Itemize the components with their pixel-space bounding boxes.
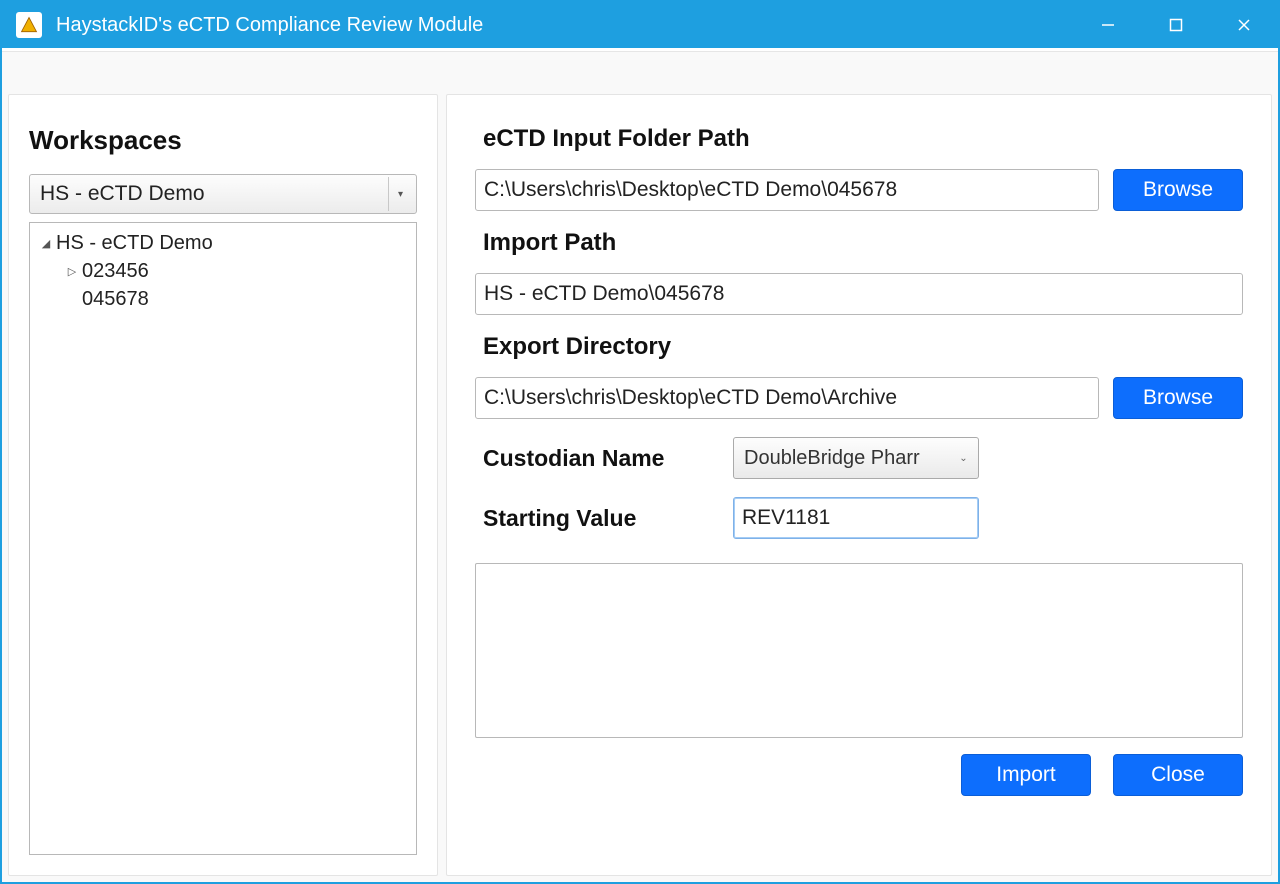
app-window: HaystackID's eCTD Compliance Review Modu… (0, 0, 1280, 884)
tree-root[interactable]: ◢ HS - eCTD Demo (36, 229, 410, 257)
maximize-button[interactable] (1142, 2, 1210, 48)
workspace-select-value: HS - eCTD Demo (40, 182, 205, 206)
browse-input-button[interactable]: Browse (1113, 169, 1243, 211)
workspaces-heading: Workspaces (29, 125, 417, 156)
tree-item-label: 045678 (82, 288, 149, 311)
starting-value-field[interactable] (733, 497, 979, 539)
export-dir-label: Export Directory (475, 333, 1243, 361)
expand-icon[interactable]: ▷ (62, 265, 82, 278)
import-button[interactable]: Import (961, 754, 1091, 796)
titlebar: HaystackID's eCTD Compliance Review Modu… (2, 2, 1278, 48)
input-folder-field[interactable] (475, 169, 1099, 211)
close-button[interactable]: Close (1113, 754, 1243, 796)
close-window-button[interactable] (1210, 2, 1278, 48)
content-area: Workspaces HS - eCTD Demo ▾ ◢ HS - eCTD … (2, 88, 1278, 882)
export-dir-field[interactable] (475, 377, 1099, 419)
chevron-down-icon: ▾ (388, 177, 412, 211)
browse-export-button[interactable]: Browse (1113, 377, 1243, 419)
minimize-button[interactable] (1074, 2, 1142, 48)
collapse-icon[interactable]: ◢ (36, 237, 56, 250)
tree-item-label: 023456 (82, 260, 149, 283)
custodian-value: DoubleBridge Pharr (744, 447, 954, 470)
workspace-select[interactable]: HS - eCTD Demo ▾ (29, 174, 417, 214)
starting-value-label: Starting Value (483, 505, 733, 532)
app-icon (16, 12, 42, 38)
main-panel: eCTD Input Folder Path Browse Import Pat… (446, 94, 1272, 876)
input-folder-label: eCTD Input Folder Path (475, 125, 1243, 153)
tree-item-0[interactable]: ▷ 023456 (36, 257, 410, 285)
tree-item-1[interactable]: 045678 (36, 285, 410, 313)
import-path-label: Import Path (475, 229, 1243, 257)
log-output[interactable] (475, 563, 1243, 738)
workspace-tree[interactable]: ◢ HS - eCTD Demo ▷ 023456 045678 (29, 222, 417, 855)
ribbon-spacer (2, 48, 1278, 88)
custodian-select[interactable]: DoubleBridge Pharr ⌄ (733, 437, 979, 479)
custodian-label: Custodian Name (483, 445, 733, 472)
chevron-down-icon: ⌄ (954, 453, 972, 464)
import-path-field[interactable] (475, 273, 1243, 315)
window-title: HaystackID's eCTD Compliance Review Modu… (56, 14, 483, 37)
tree-root-label: HS - eCTD Demo (56, 232, 213, 255)
workspaces-panel: Workspaces HS - eCTD Demo ▾ ◢ HS - eCTD … (8, 94, 438, 876)
